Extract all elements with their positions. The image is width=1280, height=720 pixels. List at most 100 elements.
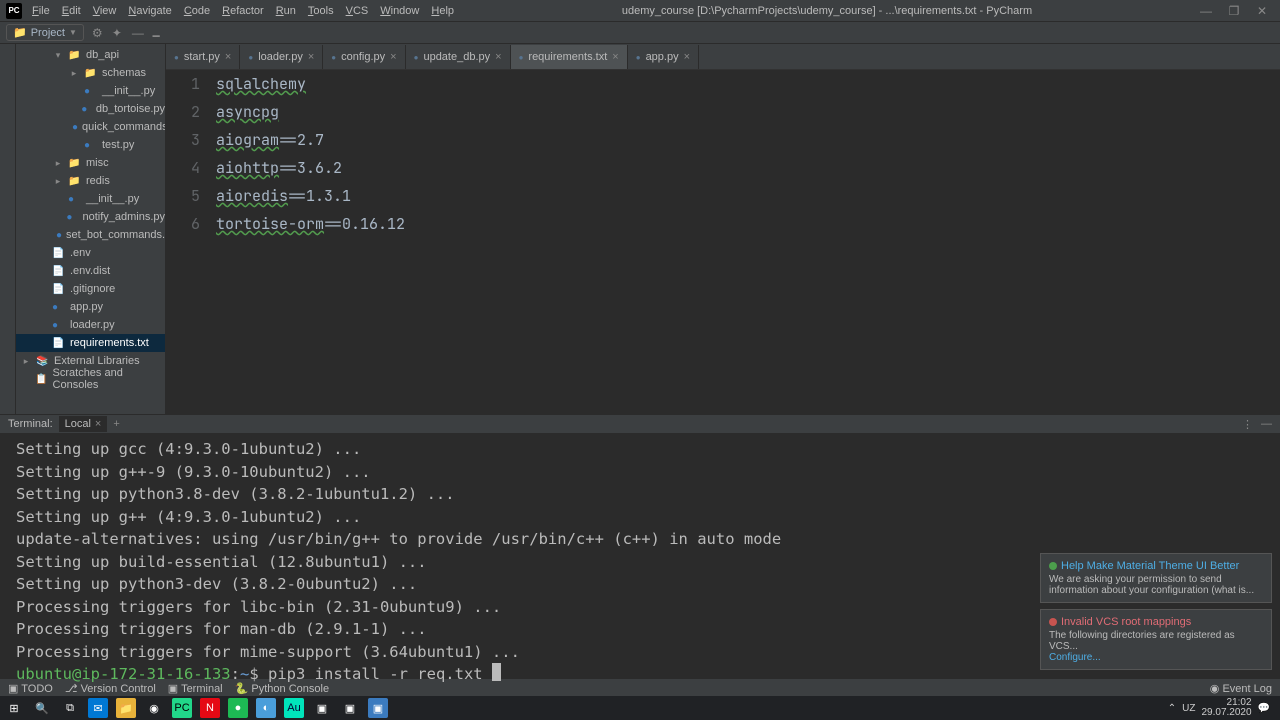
close-icon[interactable]: × [612, 51, 618, 63]
pycharm-taskbar-icon[interactable]: PC [172, 698, 192, 718]
tab-loader-py[interactable]: ●loader.py× [240, 45, 323, 69]
app-icon-2[interactable]: ▣ [312, 698, 332, 718]
explorer-icon[interactable]: 📁 [116, 698, 136, 718]
close-icon[interactable]: × [390, 51, 396, 63]
status-vcs[interactable]: ⎇ Version Control [65, 682, 156, 695]
hide-icon[interactable]: 🗕 [152, 26, 166, 40]
mail-icon[interactable]: ✉ [88, 698, 108, 718]
tree-label: notify_admins.py [82, 211, 165, 223]
tab-config-py[interactable]: ●config.py× [323, 45, 405, 69]
app-icon-3[interactable]: ▣ [340, 698, 360, 718]
menu-view[interactable]: View [93, 5, 117, 17]
left-sidebar[interactable] [0, 44, 16, 414]
txt-icon: 📄 [52, 266, 66, 277]
menu-vcs[interactable]: VCS [346, 5, 369, 17]
tree-arrow-icon: ▸ [52, 158, 64, 169]
tree-item-requirements-txt[interactable]: 📄requirements.txt [16, 334, 165, 352]
menu-tools[interactable]: Tools [308, 5, 334, 17]
settings-icon[interactable]: ⚙ [92, 26, 106, 40]
netflix-icon[interactable]: N [200, 698, 220, 718]
notifications-icon[interactable]: 💬 [1258, 703, 1270, 714]
terminal-tab-local[interactable]: Local × [59, 416, 108, 432]
tree-item-db-tortoise-py[interactable]: ●db_tortoise.py [16, 100, 165, 118]
tree-item-test-py[interactable]: ●test.py [16, 136, 165, 154]
menu-navigate[interactable]: Navigate [128, 5, 171, 17]
system-tray: ⌃ UZ 21:02 29.07.2020 💬 [1168, 698, 1276, 718]
file-icon: ● [331, 53, 336, 62]
status-terminal[interactable]: ▣ Terminal [168, 682, 223, 695]
tab-requirements-txt[interactable]: ●requirements.txt× [511, 45, 628, 69]
menu-refactor[interactable]: Refactor [222, 5, 264, 17]
menu-file[interactable]: File [32, 5, 50, 17]
close-button[interactable]: ✕ [1256, 4, 1268, 18]
close-icon[interactable]: × [684, 51, 690, 63]
chevron-down-icon: ▼ [69, 28, 77, 37]
tray-chevron-icon[interactable]: ⌃ [1168, 703, 1176, 714]
txt-icon: 📄 [52, 248, 66, 259]
notification[interactable]: Invalid VCS root mappingsThe following d… [1040, 609, 1272, 670]
tree-label: misc [86, 157, 109, 169]
close-icon[interactable]: × [95, 418, 101, 430]
tray-lang[interactable]: UZ [1182, 703, 1195, 714]
collapse-icon[interactable]: — [132, 26, 146, 40]
task-view-icon[interactable]: ⧉ [60, 698, 80, 718]
menu-run[interactable]: Run [276, 5, 296, 17]
project-dropdown[interactable]: 📁 Project ▼ [6, 24, 84, 41]
tree-label: Scratches and Consoles [53, 367, 165, 391]
close-icon[interactable]: × [225, 51, 231, 63]
menu-help[interactable]: Help [431, 5, 454, 17]
app-icon-1[interactable]: ◐ [256, 698, 276, 718]
tree-item--gitignore[interactable]: 📄.gitignore [16, 280, 165, 298]
audition-icon[interactable]: Au [284, 698, 304, 718]
notification[interactable]: Help Make Material Theme UI BetterWe are… [1040, 553, 1272, 603]
py-icon: ● [81, 104, 92, 115]
start-button[interactable]: ⊞ [4, 698, 24, 718]
tree-item-scratches-and-consoles[interactable]: 📋Scratches and Consoles [16, 370, 165, 388]
status-pyconsole[interactable]: 🐍 Python Console [235, 682, 329, 695]
spotify-icon[interactable]: ● [228, 698, 248, 718]
windows-taskbar: ⊞ 🔍 ⧉ ✉ 📁 ◉ PC N ● ◐ Au ▣ ▣ ▣ ⌃ UZ 21:02… [0, 696, 1280, 720]
search-icon[interactable]: 🔍 [32, 698, 52, 718]
minimize-button[interactable]: — [1200, 4, 1212, 18]
tree-item--env-dist[interactable]: 📄.env.dist [16, 262, 165, 280]
close-icon[interactable]: × [495, 51, 501, 63]
tree-item-misc[interactable]: ▸📁misc [16, 154, 165, 172]
code-content[interactable]: sqlalchemyasyncpgaiogram==2.7aiohttp==3.… [216, 70, 1280, 414]
tree-item-notify-admins-py[interactable]: ●notify_admins.py [16, 208, 165, 226]
tree-label: .gitignore [70, 283, 115, 295]
close-icon[interactable]: × [308, 51, 314, 63]
menu-edit[interactable]: Edit [62, 5, 81, 17]
tab-app-py[interactable]: ●app.py× [628, 45, 699, 69]
tree-item-db-api[interactable]: ▾📁db_api [16, 46, 165, 64]
tree-item--env[interactable]: 📄.env [16, 244, 165, 262]
tree-item-quick-commands-py[interactable]: ●quick_commands.py [16, 118, 165, 136]
tree-item-set-bot-commands-py[interactable]: ●set_bot_commands.py [16, 226, 165, 244]
tree-item---init---py[interactable]: ●__init__.py [16, 82, 165, 100]
terminal-options-icon[interactable]: ⋮ [1242, 418, 1253, 431]
menu-code[interactable]: Code [184, 5, 210, 17]
locate-icon[interactable]: ✦ [112, 26, 126, 40]
tree-item-app-py[interactable]: ●app.py [16, 298, 165, 316]
chrome-icon[interactable]: ◉ [144, 698, 164, 718]
code-editor[interactable]: 123456 sqlalchemyasyncpgaiogram==2.7aioh… [166, 70, 1280, 414]
app-icon-4[interactable]: ▣ [368, 698, 388, 718]
maximize-button[interactable]: ❐ [1228, 4, 1240, 18]
tree-item-schemas[interactable]: ▸📁schemas [16, 64, 165, 82]
folder-icon: 📁 [13, 26, 27, 39]
tab-update-db-py[interactable]: ●update_db.py× [406, 45, 511, 69]
tree-item-loader-py[interactable]: ●loader.py [16, 316, 165, 334]
py-icon: ● [72, 122, 78, 133]
event-log[interactable]: ◉ Event Log [1210, 682, 1272, 695]
terminal-minimize-icon[interactable]: — [1261, 418, 1272, 431]
file-icon: ● [174, 53, 179, 62]
notif-body: The following directories are registered… [1049, 630, 1263, 652]
status-todo[interactable]: ▣ TODO [8, 682, 53, 695]
new-terminal-button[interactable]: + [113, 418, 119, 430]
tree-item---init---py[interactable]: ●__init__.py [16, 190, 165, 208]
notif-link[interactable]: Configure... [1049, 652, 1263, 663]
notif-title: Help Make Material Theme UI Better [1061, 560, 1239, 572]
tree-item-redis[interactable]: ▸📁redis [16, 172, 165, 190]
menu-window[interactable]: Window [380, 5, 419, 17]
tree-label: app.py [70, 301, 103, 313]
tab-start-py[interactable]: ●start.py× [166, 45, 240, 69]
